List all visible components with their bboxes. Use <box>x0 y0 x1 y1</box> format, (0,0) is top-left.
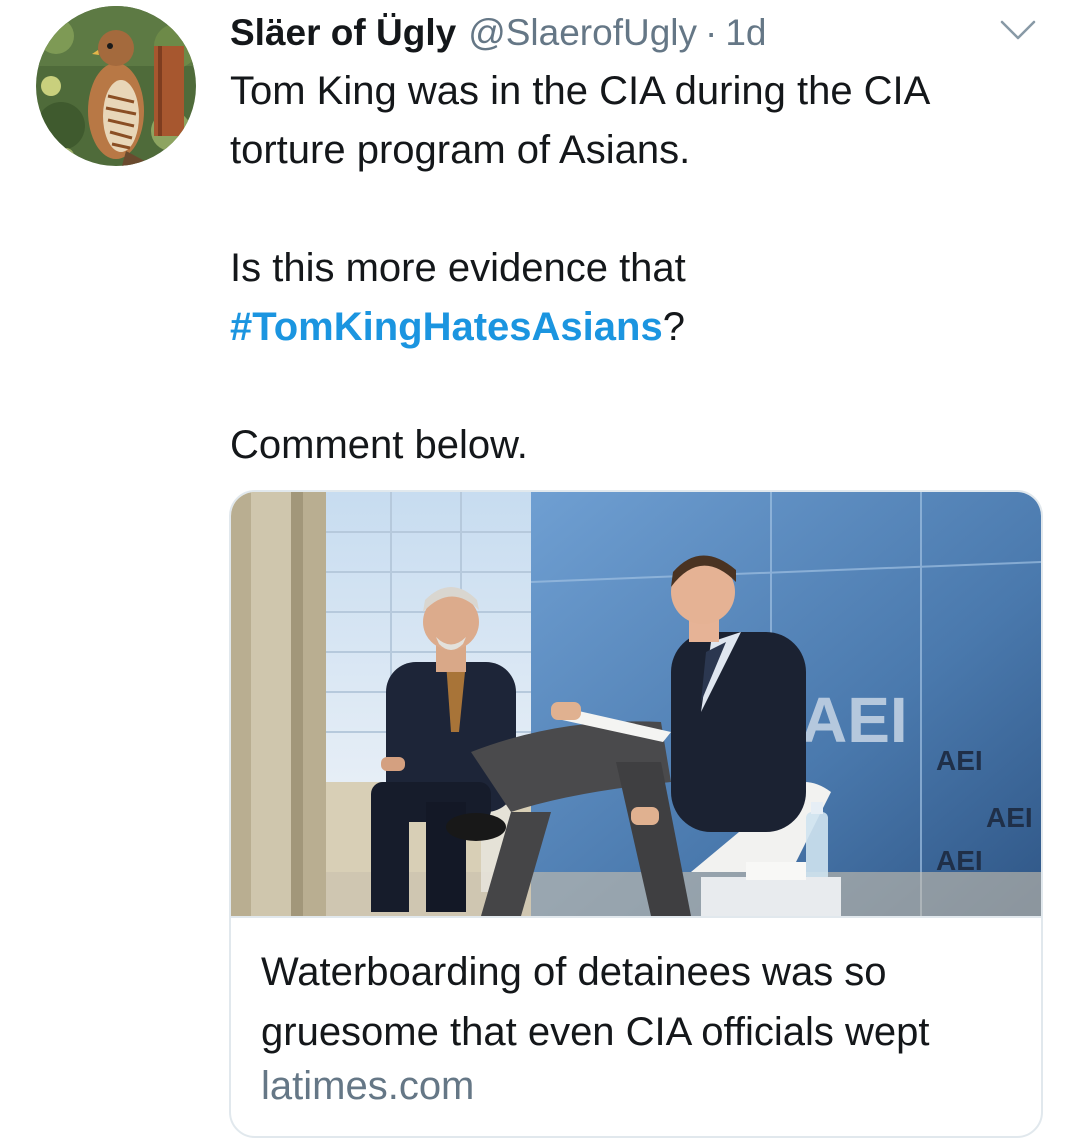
tweet-paragraph-3: Comment below. <box>230 423 528 467</box>
card-title[interactable]: Waterboarding of detainees was so grueso… <box>261 942 1031 1062</box>
svg-text:AEI: AEI <box>986 802 1033 833</box>
tweet-paragraph-2: Is this more evidence that #TomKingHates… <box>230 239 1030 357</box>
timestamp[interactable]: 1d <box>725 8 766 58</box>
separator-dot: · <box>705 12 718 53</box>
display-name[interactable]: Släer of Ügly <box>230 8 456 58</box>
link-card[interactable]: AEI AEI AEI AEI Waterboarding of detaine… <box>229 490 1043 1138</box>
hashtag-link[interactable]: #TomKingHatesAsians <box>230 305 663 349</box>
chevron-down-icon[interactable] <box>998 16 1038 46</box>
tweet-header: Släer of Ügly @SlaerofUgly · 1d <box>230 8 766 58</box>
user-handle[interactable]: @SlaerofUgly <box>468 8 697 58</box>
svg-text:AEI: AEI <box>936 845 983 876</box>
card-domain[interactable]: latimes.com <box>261 1060 474 1112</box>
tweet-text: Tom King was in the CIA during the CIA t… <box>230 62 1030 475</box>
tweet: Släer of Ügly @SlaerofUgly · 1d Tom King… <box>0 0 1080 1143</box>
card-image[interactable]: AEI AEI AEI AEI <box>231 492 1041 918</box>
question-mark: ? <box>662 305 685 349</box>
tweet-paragraph-1: Tom King was in the CIA during the CIA t… <box>230 69 929 172</box>
svg-text:AEI: AEI <box>936 745 983 776</box>
svg-text:AEI: AEI <box>801 684 908 756</box>
hawk-avatar-icon <box>36 6 196 166</box>
tweet-paragraph-2-text: Is this more evidence that <box>230 246 686 290</box>
avatar[interactable] <box>36 6 196 166</box>
